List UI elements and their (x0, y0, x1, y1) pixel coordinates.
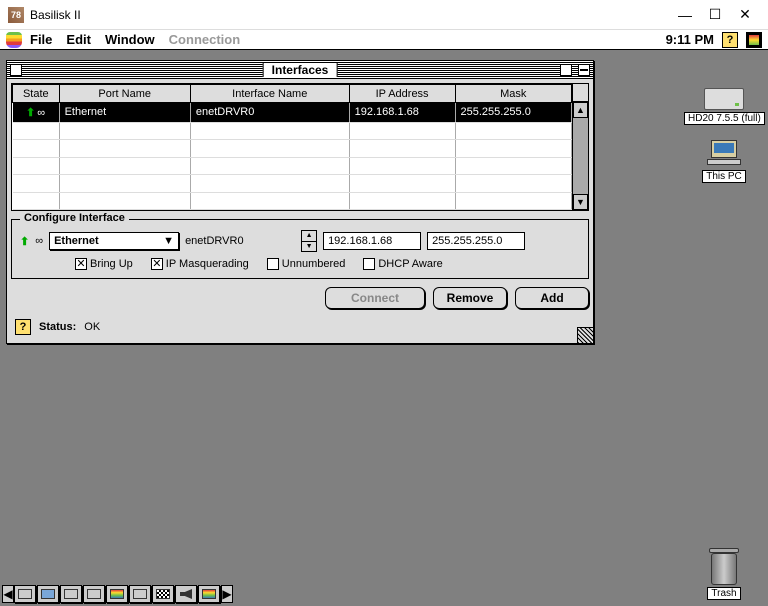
remove-button[interactable]: Remove (433, 287, 507, 309)
col-interface[interactable]: Interface Name (190, 85, 349, 103)
computer-icon (707, 140, 741, 168)
trash-label: Trash (707, 587, 740, 600)
maximize-button[interactable]: ☐ (700, 6, 730, 23)
bring-up-checkbox[interactable]: ✕Bring Up (75, 258, 133, 270)
host-title: Basilisk II (30, 8, 670, 22)
strip-btn-sound[interactable] (175, 585, 197, 603)
link-icon: ∞ (37, 107, 45, 119)
hd-icon[interactable]: HD20 7.5.5 (full) (684, 88, 764, 125)
help-icon[interactable]: ? (722, 32, 738, 48)
window-collapse-button[interactable] (578, 64, 590, 76)
help-icon[interactable]: ? (15, 319, 31, 335)
minimize-button[interactable]: — (670, 7, 700, 23)
strip-arrow-left-icon[interactable]: ◀ (2, 585, 14, 603)
mask-input[interactable] (427, 232, 525, 250)
col-port[interactable]: Port Name (59, 85, 190, 103)
speaker-icon (180, 589, 192, 599)
window-titlebar[interactable]: Interfaces (7, 61, 593, 79)
scroll-track[interactable] (573, 118, 588, 194)
add-button[interactable]: Add (515, 287, 589, 309)
strip-btn-5[interactable] (106, 585, 128, 603)
connect-button[interactable]: Connect (325, 287, 425, 309)
ip-masq-checkbox[interactable]: ✕IP Masquerading (151, 258, 249, 270)
table-row[interactable]: ⬆∞ Ethernet enetDRVR0 192.168.1.68 255.2… (13, 103, 572, 123)
scroll-down-icon[interactable]: ▼ (573, 194, 588, 210)
pc-label: This PC (702, 170, 746, 183)
unnumbered-checkbox[interactable]: Unnumbered (267, 258, 346, 270)
menu-edit[interactable]: Edit (66, 32, 91, 47)
port-select-value: Ethernet (54, 235, 99, 247)
link-icon: ∞ (35, 235, 43, 247)
host-titlebar: 78 Basilisk II — ☐ ✕ (0, 0, 768, 30)
strip-btn-2[interactable] (37, 585, 59, 603)
arrow-up-icon: ⬆ (26, 107, 35, 119)
window-close-button[interactable] (10, 64, 22, 76)
interface-stepper[interactable]: ▲ ▼ (301, 230, 317, 252)
arrow-up-icon: ⬆ (20, 235, 29, 248)
strip-btn-4[interactable] (83, 585, 105, 603)
hard-disk-icon (704, 88, 744, 110)
scroll-up-icon[interactable]: ▲ (573, 102, 588, 118)
col-state[interactable]: State (13, 85, 60, 103)
status-value: OK (84, 321, 100, 333)
mac-menubar: File Edit Window Connection 9:11 PM ? (0, 30, 768, 50)
menu-connection: Connection (169, 32, 241, 47)
strip-arrow-right-icon[interactable]: ▶ (221, 585, 233, 603)
trash-icon[interactable]: Trash (684, 548, 764, 600)
close-button[interactable]: ✕ (730, 6, 760, 23)
cell-port: Ethernet (59, 103, 190, 123)
table-scrollbar[interactable]: ▲ ▼ (572, 84, 588, 210)
strip-btn-1[interactable] (14, 585, 36, 603)
status-label: Status: (39, 321, 76, 333)
col-ip[interactable]: IP Address (349, 85, 455, 103)
strip-btn-7[interactable] (152, 585, 174, 603)
strip-btn-3[interactable] (60, 585, 82, 603)
configure-groupbox: Configure Interface ⬆ ∞ Ethernet ▼ enetD… (11, 219, 589, 279)
mac-desktop: File Edit Window Connection 9:11 PM ? HD… (0, 30, 768, 606)
pc-icon[interactable]: This PC (684, 140, 764, 183)
app-icon: 78 (8, 7, 24, 23)
stepper-down-icon[interactable]: ▼ (302, 242, 316, 252)
control-strip: ◀ ▶ (2, 584, 233, 604)
table-row[interactable] (13, 192, 572, 209)
chevron-down-icon: ▼ (163, 235, 174, 247)
cell-interface: enetDRVR0 (190, 103, 349, 123)
table-row[interactable] (13, 175, 572, 192)
port-select[interactable]: Ethernet ▼ (49, 232, 179, 250)
interfaces-window: Interfaces State Port Name Interface Nam… (6, 60, 594, 344)
stepper-up-icon[interactable]: ▲ (302, 231, 316, 242)
window-title: Interfaces (263, 63, 338, 77)
table-row[interactable] (13, 140, 572, 157)
strip-btn-6[interactable] (129, 585, 151, 603)
cell-ip: 192.168.1.68 (349, 103, 455, 123)
cell-mask: 255.255.255.0 (455, 103, 572, 123)
hd-label: HD20 7.5.5 (full) (684, 112, 765, 125)
apple-menu-icon[interactable] (6, 32, 22, 48)
table-row[interactable] (13, 122, 572, 139)
interfaces-table: State Port Name Interface Name IP Addres… (11, 83, 589, 211)
window-resize-handle[interactable] (577, 327, 593, 343)
group-label: Configure Interface (20, 212, 129, 224)
menu-file[interactable]: File (30, 32, 52, 47)
interface-name-label: enetDRVR0 (185, 235, 295, 247)
ip-address-input[interactable] (323, 232, 421, 250)
strip-btn-9[interactable] (198, 585, 220, 603)
dhcp-checkbox[interactable]: DHCP Aware (363, 258, 442, 270)
window-zoom-button[interactable] (560, 64, 572, 76)
col-mask[interactable]: Mask (455, 85, 572, 103)
menu-window[interactable]: Window (105, 32, 155, 47)
ipremote-icon[interactable] (746, 32, 762, 48)
table-row[interactable] (13, 157, 572, 174)
menubar-clock[interactable]: 9:11 PM (666, 32, 714, 47)
